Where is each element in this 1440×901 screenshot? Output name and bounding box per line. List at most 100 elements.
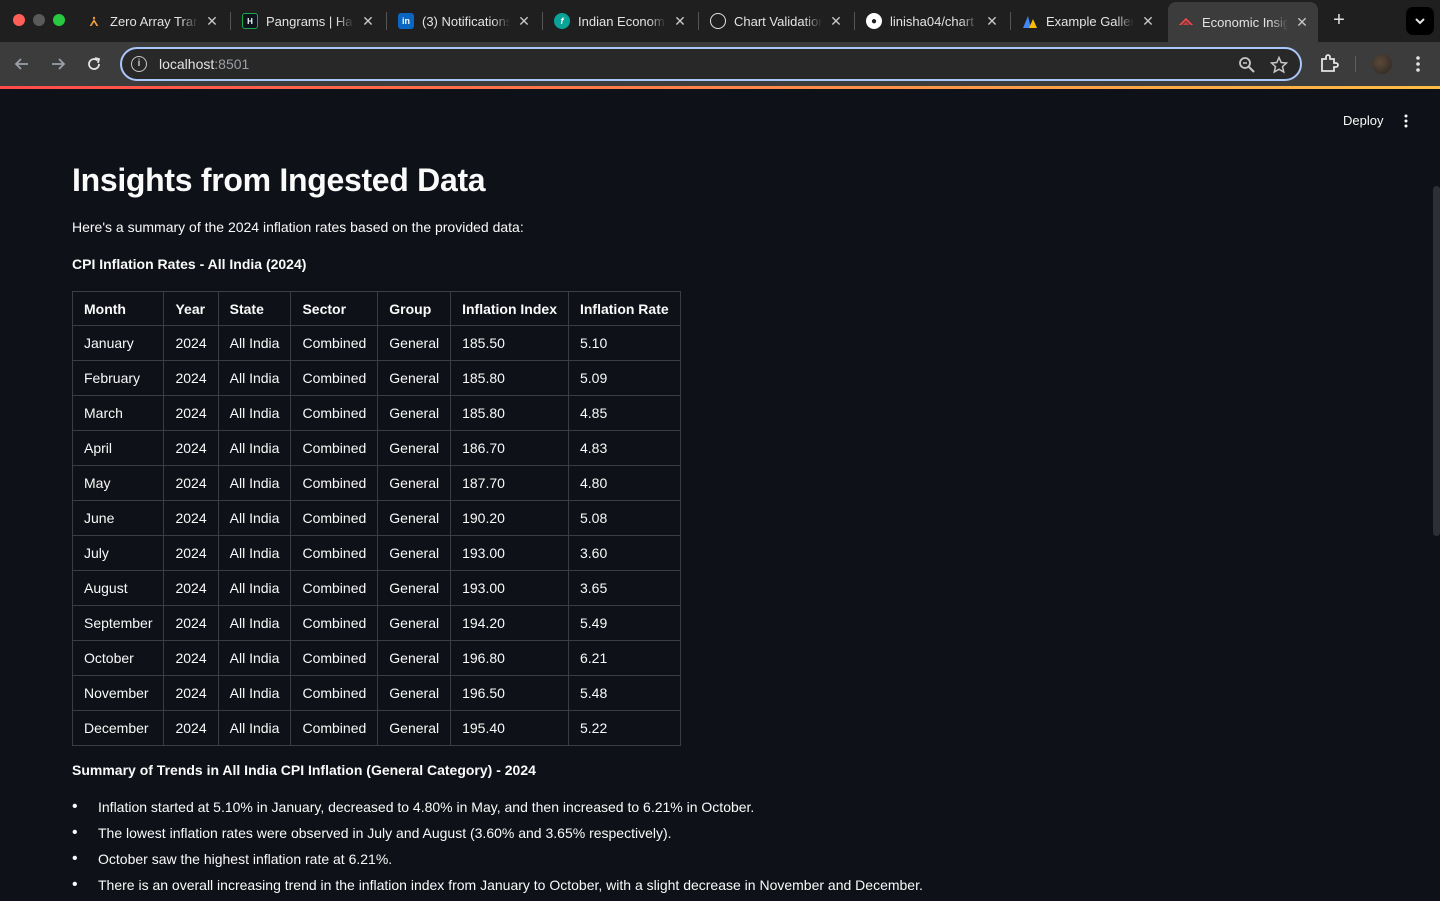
toolbar-divider — [1355, 56, 1356, 72]
app-menu-icon[interactable] — [1398, 113, 1414, 129]
table-cell: 193.00 — [450, 535, 569, 571]
table-cell: General — [377, 535, 452, 571]
tab-close-icon[interactable]: ✕ — [672, 13, 688, 30]
table-cell: 3.65 — [567, 570, 681, 606]
table-cell: 186.70 — [450, 430, 569, 466]
table-cell: October — [71, 640, 165, 676]
table-cell: All India — [217, 675, 292, 711]
table-cell: 5.09 — [567, 360, 681, 396]
summary-bullet: There is an overall increasing trend in … — [72, 875, 923, 901]
browser-tab[interactable]: Example Gallery ✕ — [1012, 4, 1164, 38]
table-cell: 4.80 — [567, 465, 681, 501]
table-cell: 2024 — [163, 395, 219, 431]
table-cell: December — [71, 710, 165, 746]
chevron-down-icon — [1415, 18, 1425, 25]
tab-close-icon[interactable]: ✕ — [828, 13, 844, 30]
back-button[interactable] — [8, 50, 36, 78]
table-cell: All India — [217, 535, 292, 571]
table-cell: General — [377, 605, 452, 641]
bookmark-star-icon[interactable] — [1270, 56, 1288, 74]
browser-menu-icon[interactable] — [1410, 54, 1426, 74]
browser-tab[interactable]: ⩑ Zero Array Transformation ✕ — [76, 4, 228, 38]
browser-toolbar: i localhost:8501 — [0, 42, 1440, 86]
window-close-button[interactable] — [13, 14, 25, 26]
browser-tab[interactable]: ● linisha04/chart ✕ — [856, 4, 1008, 38]
browser-tab[interactable]: Chart Validation ✕ — [700, 4, 852, 38]
table-cell: General — [377, 675, 452, 711]
table-cell: All India — [217, 640, 292, 676]
tab-search-button[interactable] — [1406, 7, 1434, 35]
table-cell: Combined — [290, 465, 379, 501]
page-scrollbar[interactable] — [1433, 186, 1440, 536]
tab-separator — [230, 12, 231, 30]
browser-tab[interactable]: in (3) Notifications | LinkedIn ✕ — [388, 4, 540, 38]
table-cell: June — [71, 500, 165, 536]
browser-tab[interactable]: H Pangrams | HackerRank ✕ — [232, 4, 384, 38]
hackerrank-favicon-icon: H — [242, 13, 258, 29]
browser-tab[interactable]: f Indian Economic Insights ✕ — [544, 4, 696, 38]
tab-close-icon[interactable]: ✕ — [1140, 13, 1156, 30]
table-row: June 2024 All India Combined General 190.20 5.… — [71, 500, 681, 536]
tab-separator — [1010, 12, 1011, 30]
table-cell: 2024 — [163, 465, 219, 501]
forward-button[interactable] — [44, 50, 72, 78]
tab-title: Example Gallery — [1046, 13, 1134, 29]
table-cell: 5.22 — [567, 710, 681, 746]
deploy-button[interactable]: Deploy — [1331, 111, 1395, 130]
streamlit-favicon-icon — [1178, 14, 1194, 30]
extensions-puzzle-icon[interactable] — [1317, 52, 1341, 76]
tab-title: Indian Economic Insights — [578, 13, 666, 29]
tab-close-icon[interactable]: ✕ — [204, 13, 220, 30]
table-cell: Combined — [290, 360, 379, 396]
table-cell: 2024 — [163, 500, 219, 536]
new-tab-button[interactable]: + — [1328, 8, 1350, 32]
tab-close-icon[interactable]: ✕ — [516, 13, 532, 30]
tab-close-icon[interactable]: ✕ — [1294, 14, 1310, 31]
summary-title: Summary of Trends in All India CPI Infla… — [72, 762, 536, 778]
table-row: October 2024 All India Combined General 196.8… — [71, 640, 681, 676]
table-cell: 2024 — [163, 605, 219, 641]
column-header: Month — [71, 291, 165, 326]
column-header: Sector — [290, 291, 379, 326]
table-cell: 6.21 — [567, 640, 681, 676]
table-cell: General — [377, 640, 452, 676]
intro-text: Here's a summary of the 2024 inflation r… — [72, 219, 524, 235]
table-cell: General — [377, 430, 452, 466]
table-cell: Combined — [290, 325, 379, 361]
chatgpt-favicon-icon — [710, 13, 726, 29]
table-cell: 3.60 — [567, 535, 681, 571]
table-cell: 190.20 — [450, 500, 569, 536]
address-url: localhost:8501 — [159, 56, 250, 72]
table-cell: 2024 — [163, 535, 219, 571]
table-cell: 194.20 — [450, 605, 569, 641]
tab-separator — [386, 12, 387, 30]
table-cell: 2024 — [163, 640, 219, 676]
tab-title: Economic Insights — [1202, 14, 1288, 30]
address-bar[interactable]: i localhost:8501 — [120, 47, 1302, 81]
site-info-icon[interactable]: i — [131, 56, 147, 72]
table-row: December 2024 All India Combined General 195.… — [71, 710, 681, 746]
tab-close-icon[interactable]: ✕ — [360, 13, 376, 30]
tab-separator — [698, 12, 699, 30]
reload-icon — [88, 57, 101, 70]
github-favicon-icon: ● — [866, 13, 882, 29]
tab-close-icon[interactable]: ✕ — [984, 13, 1000, 30]
summary-bullet: The lowest inflation rates were observed… — [72, 823, 923, 849]
summary-list: Inflation started at 5.10% in January, d… — [72, 797, 923, 901]
tab-title: (3) Notifications | LinkedIn — [422, 13, 510, 29]
table-cell: 2024 — [163, 430, 219, 466]
table-cell: Combined — [290, 605, 379, 641]
profile-avatar[interactable] — [1372, 54, 1392, 74]
window-maximize-button[interactable] — [53, 14, 65, 26]
arrow-right-icon — [52, 58, 66, 70]
table-cell: Combined — [290, 535, 379, 571]
table-row: March 2024 All India Combined General 185.80 4… — [71, 395, 681, 431]
reload-button[interactable] — [80, 50, 108, 78]
zoom-icon[interactable] — [1238, 56, 1256, 74]
browser-tab-strip: ⩑ Zero Array Transformation ✕ H Pangrams… — [0, 0, 1440, 42]
window-minimize-button[interactable] — [33, 14, 45, 26]
table-cell: General — [377, 360, 452, 396]
table-cell: 195.40 — [450, 710, 569, 746]
browser-tab-active[interactable]: Economic Insights ✕ — [1168, 2, 1318, 42]
table-header-row: Month Year State Sector Group Inflation Index… — [71, 291, 681, 326]
